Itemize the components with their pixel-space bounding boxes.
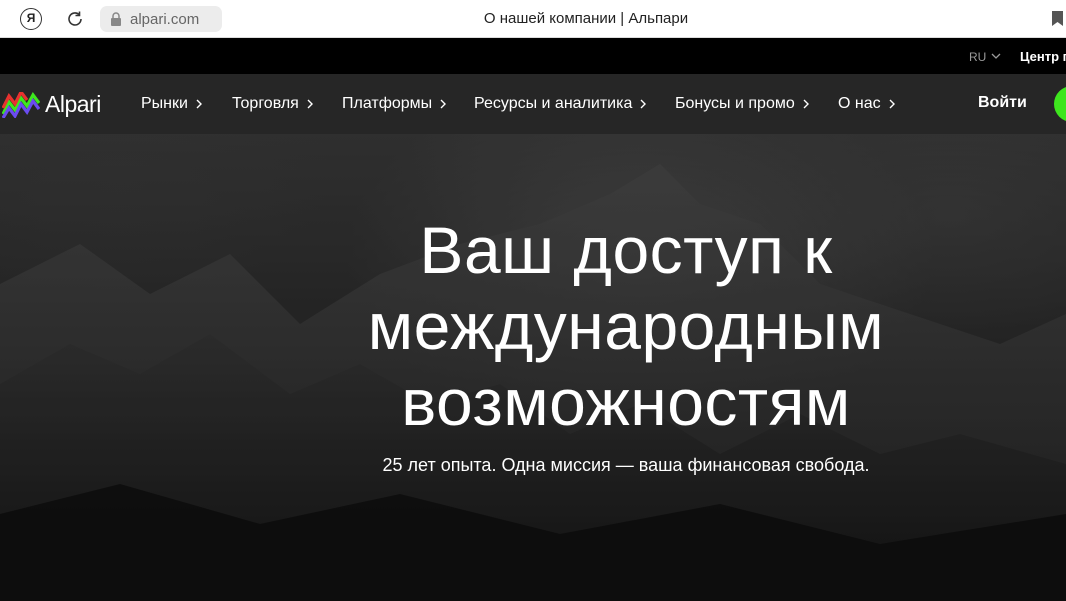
nav-item-label: Платформы <box>342 95 433 112</box>
nav-item-trading[interactable]: Торговля <box>232 95 314 113</box>
nav-item-resources[interactable]: Ресурсы и аналитика <box>474 95 647 113</box>
bookmark-icon[interactable] <box>1052 11 1063 26</box>
chevron-right-icon <box>196 99 202 109</box>
nav-item-markets[interactable]: Рынки <box>141 95 203 113</box>
chevron-right-icon <box>803 99 809 109</box>
hero-section: Ваш доступ к международным возможностям … <box>0 134 1066 601</box>
hero-title-line: Ваш доступ к <box>419 213 833 287</box>
nav-item-label: Торговля <box>232 95 299 112</box>
page-title: О нашей компании | Альпари <box>483 10 689 27</box>
main-navigation: Alpari Рынки Торговля Платформы Ресурсы … <box>0 74 1066 134</box>
hero-title-line: возможностям <box>401 365 851 439</box>
logo-text: Alpari <box>45 91 101 117</box>
help-center-link[interactable]: Центр п <box>1020 49 1066 64</box>
alpari-logo-icon <box>2 92 40 118</box>
utility-bar: RU Центр п <box>0 38 1066 74</box>
hero-subtitle: 25 лет опыта. Одна миссия — ваша финансо… <box>382 455 870 475</box>
nav-item-about[interactable]: О нас <box>838 95 896 113</box>
alpari-logo[interactable]: Alpari <box>2 84 112 124</box>
open-account-button[interactable] <box>1054 86 1066 122</box>
chevron-right-icon <box>889 99 895 109</box>
nav-item-label: Рынки <box>141 95 188 112</box>
hero-title: Ваш доступ к международным возможностям <box>0 212 1066 440</box>
browser-toolbar: Я alpari.com О нашей компании | Альпари <box>0 0 1066 38</box>
language-selector[interactable]: RU <box>969 50 986 64</box>
chevron-right-icon <box>440 99 447 109</box>
nav-item-platforms[interactable]: Платформы <box>342 95 447 113</box>
nav-item-label: Бонусы и промо <box>675 95 795 112</box>
login-button[interactable]: Войти <box>978 94 1027 112</box>
nav-item-label: Ресурсы и аналитика <box>474 95 633 112</box>
chevron-right-icon <box>640 99 647 109</box>
nav-item-bonuses[interactable]: Бонусы и промо <box>675 95 810 113</box>
hero-title-line: международным <box>367 289 885 363</box>
chevron-down-icon[interactable] <box>991 52 1001 60</box>
nav-item-label: О нас <box>838 95 881 112</box>
chevron-right-icon <box>307 99 313 109</box>
